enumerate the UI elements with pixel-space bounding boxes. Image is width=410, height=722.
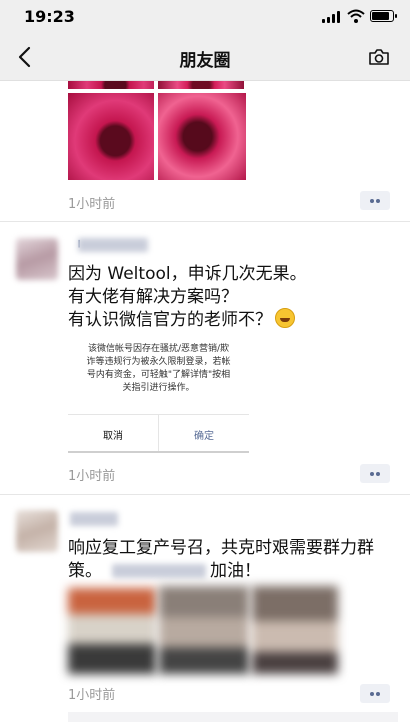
post-time: 1小时前 [68,469,116,484]
camera-icon[interactable] [368,48,390,66]
battery-icon [370,10,397,22]
post-photo[interactable] [158,93,246,180]
dialog-bottom-edge [68,451,249,453]
post-photo[interactable] [68,588,156,674]
more-actions-button[interactable] [360,191,390,210]
post-time: 1小时前 [68,197,116,212]
avatar[interactable] [16,510,58,552]
dialog-message: 该微信帐号因存在骚扰/恶意营销/欺 诈等违规行为被永久限制登录，若帐 号内有资金… [68,343,249,395]
nickname-blurred[interactable] [78,238,148,252]
post-photo[interactable] [158,81,244,89]
divider [0,221,410,222]
nickname-blurred[interactable] [70,512,118,526]
post-photo[interactable] [159,586,249,674]
dialog-confirm-button: 确定 [194,431,214,442]
more-actions-button[interactable] [360,684,390,703]
post-time: 1小时前 [68,688,116,703]
post-text-span: 有认识微信官方的老师不？ [68,310,272,330]
post-text-span: 加油！ [210,561,261,581]
post-photo[interactable] [68,93,154,180]
post-text-line: 因为 Weltool，申诉几次无果。 [68,264,307,284]
post-image-dialog-screenshot[interactable]: 该微信帐号因存在骚扰/恶意营销/欺 诈等违规行为被永久限制登录，若帐 号内有资金… [68,338,249,453]
comment-area [68,712,398,722]
signal-icon [322,11,342,23]
wifi-icon [347,9,365,23]
post-text-span: 策。 [68,561,102,581]
page-title: 朋友圈 [179,51,231,71]
post-text-line: 有大佬有解决方案吗？ [68,287,238,307]
dialog-cancel-button: 取消 [103,431,123,442]
blurred-text [112,564,206,578]
post-text-line: 响应复工复产号召，共克时艰需要群力群 [68,538,374,558]
avatar[interactable] [16,238,58,280]
post-photo[interactable] [252,586,338,674]
grin-sweat-emoji-icon [275,308,295,328]
dialog-line: 关指引进行操作。 [122,383,195,393]
more-actions-button[interactable] [360,464,390,483]
status-time: 19:23 [24,7,75,26]
nav-bar: 朋友圈 [0,34,410,81]
status-bar: 19:23 [0,0,410,34]
post-text-line: 有认识微信官方的老师不？ [68,308,295,332]
post-text-line: 策。 加油！ [68,559,261,583]
dialog-line: 诈等违规行为被永久限制登录，若帐 [86,357,231,367]
post-photo[interactable] [68,81,154,89]
divider [0,494,410,495]
dialog-line: 号内有资金，可轻触"了解详情"按相 [86,370,231,380]
dialog-line: 该微信帐号因存在骚扰/恶意营销/欺 [87,344,230,354]
